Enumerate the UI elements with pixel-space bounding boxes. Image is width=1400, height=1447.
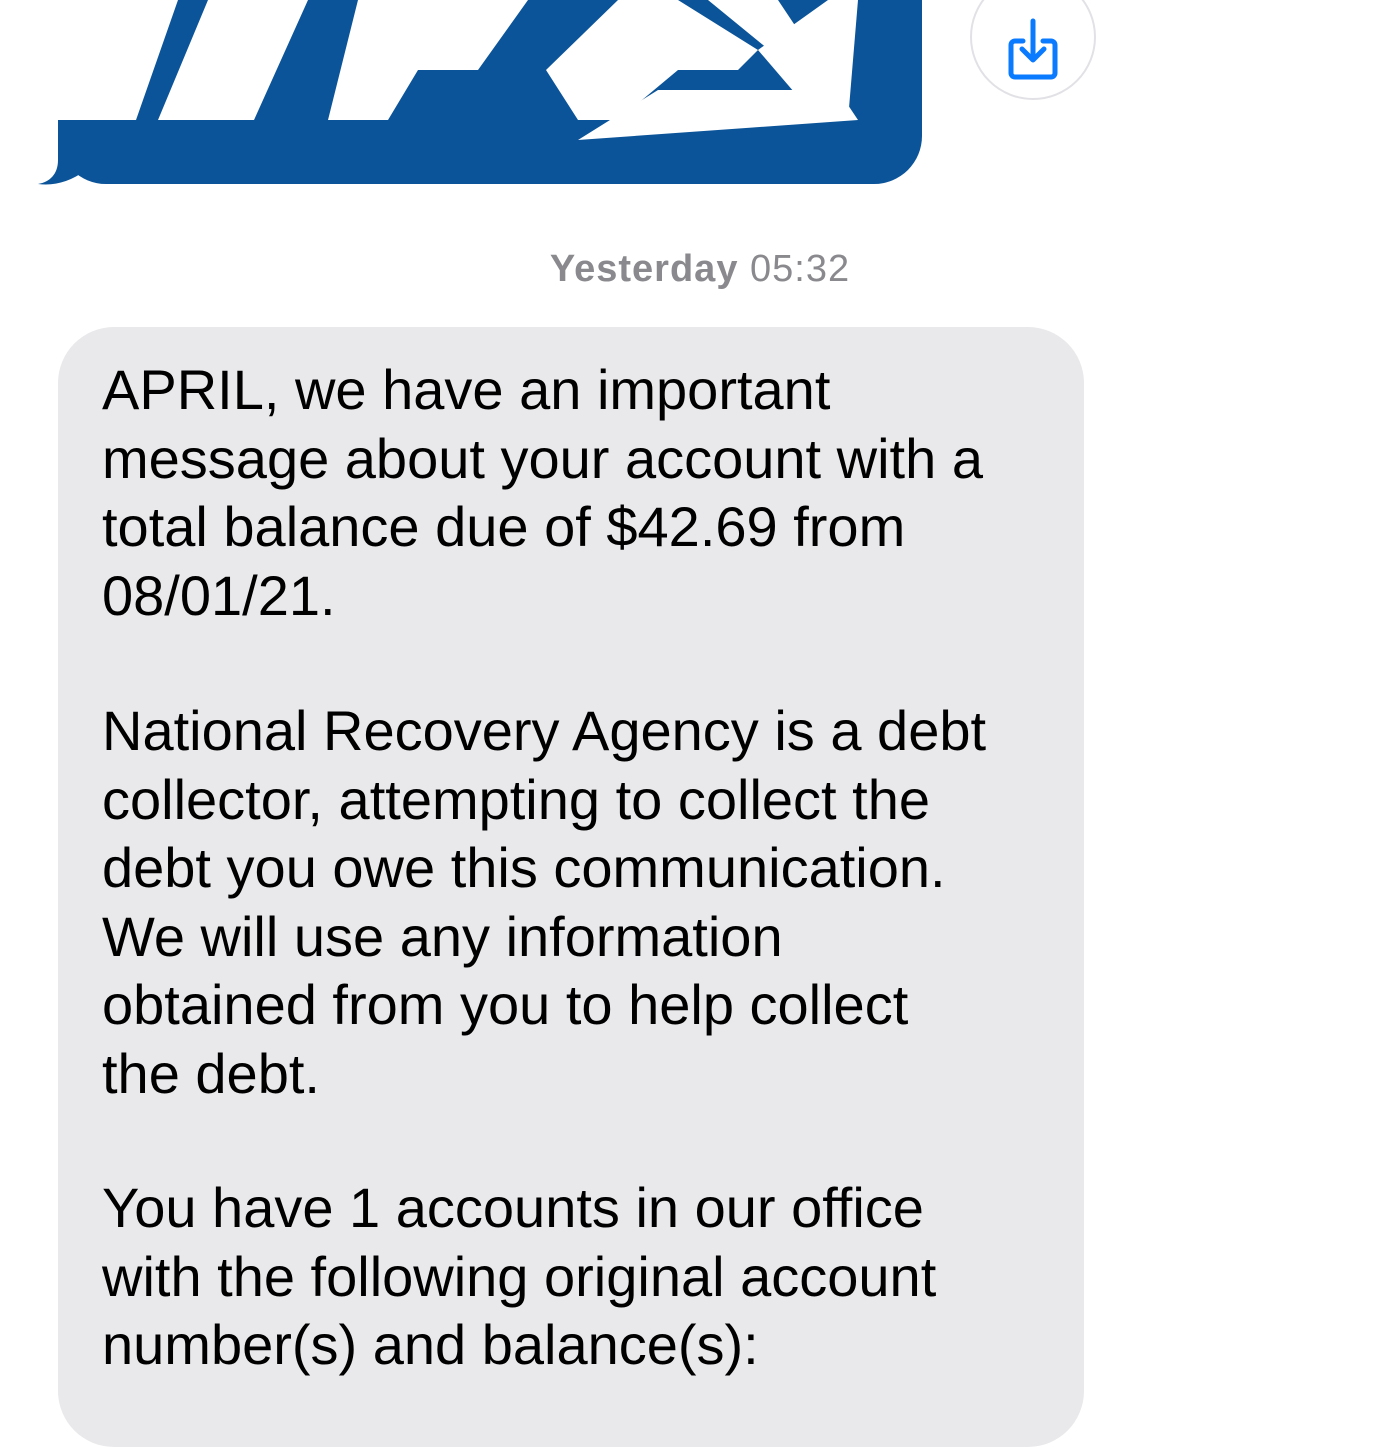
message-paragraph-2: National Recovery Agency is a debt colle… bbox=[102, 699, 987, 1105]
nra-logo bbox=[58, 0, 858, 140]
timestamp-time: 05:32 bbox=[750, 248, 851, 290]
message-paragraph-3: You have 1 accounts in our office with t… bbox=[102, 1176, 937, 1376]
message-timestamp: Yesterday 05:32 bbox=[0, 248, 1400, 291]
image-bubble-tail bbox=[38, 130, 86, 185]
timestamp-day: Yesterday bbox=[549, 248, 739, 290]
image-message-bubble[interactable] bbox=[58, 0, 922, 184]
download-icon bbox=[1008, 18, 1058, 80]
message-paragraph-1: APRIL, we have an important message abou… bbox=[102, 358, 983, 627]
save-image-button[interactable] bbox=[970, 0, 1096, 100]
